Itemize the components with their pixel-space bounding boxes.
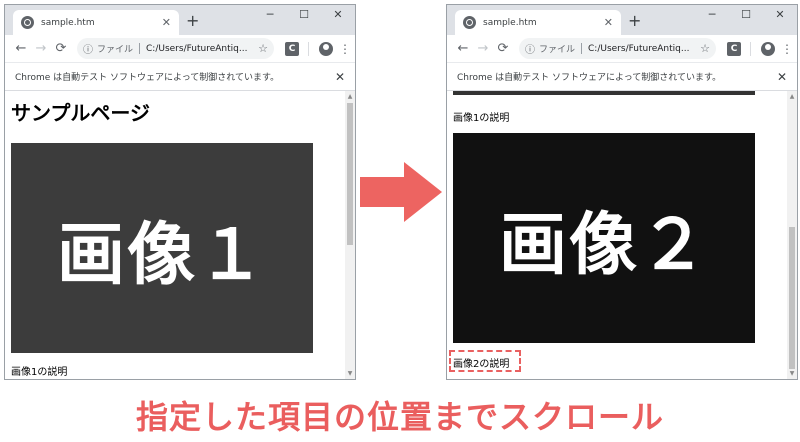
browser-tab[interactable]: sample.htm ✕	[455, 10, 621, 35]
new-tab-button[interactable]: +	[186, 11, 199, 30]
back-button[interactable]: ←	[11, 41, 31, 56]
url-text: C:/Users/FutureAntiq...	[146, 43, 248, 54]
scroll-up-arrow-icon[interactable]: ▲	[345, 93, 355, 100]
scrollbar-thumb[interactable]	[347, 103, 353, 245]
tab-title: sample.htm	[483, 17, 537, 28]
window-controls: ─ ☐ ✕	[695, 5, 797, 27]
image-1-label: 画像１	[56, 215, 267, 295]
close-window-button[interactable]: ✕	[321, 5, 355, 27]
infobar-message: Chrome は自動テスト ソフトウェアによって制御されています。	[15, 73, 280, 83]
close-window-button[interactable]: ✕	[763, 5, 797, 27]
browser-window-after: sample.htm ✕ + ─ ☐ ✕ ← → ⟳ ⓘ ファイル C:/Use…	[446, 4, 798, 380]
extension-icon[interactable]: C	[285, 41, 299, 56]
profile-avatar-icon[interactable]	[761, 41, 775, 56]
image-1-caption: 画像1の説明	[11, 367, 68, 378]
window-controls: ─ ☐ ✕	[253, 5, 355, 27]
previous-image-edge	[453, 91, 755, 95]
tab-title: sample.htm	[41, 17, 95, 28]
browser-tab[interactable]: sample.htm ✕	[13, 10, 179, 35]
toolbar-divider	[750, 41, 751, 56]
automation-infobar: Chrome は自動テスト ソフトウェアによって制御されています。 ✕	[5, 63, 355, 91]
tab-strip: sample.htm ✕ + ─ ☐ ✕	[5, 5, 355, 35]
omnibox-divider	[139, 43, 141, 54]
bookmark-star-icon[interactable]: ☆	[254, 42, 268, 55]
automation-infobar: Chrome は自動テスト ソフトウェアによって制御されています。 ✕	[447, 63, 797, 91]
page-title: サンプルページ	[11, 101, 150, 125]
reload-button[interactable]: ⟳	[493, 41, 513, 56]
page-viewport[interactable]: 画像1の説明 画像２ 画像2の説明 ▲ ▼	[447, 91, 797, 379]
sample-image-2: 画像２	[453, 133, 755, 343]
image-2-label: 画像２	[498, 205, 709, 285]
kebab-menu-icon[interactable]: ⋮	[781, 42, 793, 56]
toolbar-divider	[308, 41, 309, 56]
globe-icon	[21, 16, 34, 29]
tab-close-icon[interactable]: ✕	[604, 16, 613, 29]
toolbar: ← → ⟳ ⓘ ファイル C:/Users/FutureAntiq... ☆ C…	[5, 35, 355, 63]
forward-button[interactable]: →	[31, 41, 51, 56]
reload-button[interactable]: ⟳	[51, 41, 71, 56]
browser-window-before: sample.htm ✕ + ─ ☐ ✕ ← → ⟳ ⓘ ファイル C:/Use…	[4, 4, 356, 380]
kebab-menu-icon[interactable]: ⋮	[339, 42, 351, 56]
minimize-button[interactable]: ─	[253, 5, 287, 27]
scroll-up-arrow-icon[interactable]: ▲	[787, 93, 797, 100]
image-1-caption: 画像1の説明	[453, 113, 510, 124]
extension-icon[interactable]: C	[727, 41, 741, 56]
page-viewport[interactable]: サンプルページ 画像１ 画像1の説明 ▲ ▼	[5, 91, 355, 379]
arrow-shaft	[360, 177, 408, 207]
scrollbar-thumb[interactable]	[789, 227, 795, 369]
scheme-label: ファイル	[97, 45, 134, 55]
forward-button[interactable]: →	[473, 41, 493, 56]
url-text: C:/Users/FutureAntiq...	[588, 43, 690, 54]
toolbar: ← → ⟳ ⓘ ファイル C:/Users/FutureAntiq... ☆ C…	[447, 35, 797, 63]
bookmark-star-icon[interactable]: ☆	[696, 42, 710, 55]
tab-close-icon[interactable]: ✕	[162, 16, 171, 29]
transition-arrow-icon	[360, 162, 444, 222]
maximize-button[interactable]: ☐	[287, 5, 321, 27]
globe-icon	[463, 16, 476, 29]
address-bar[interactable]: ⓘ ファイル C:/Users/FutureAntiq... ☆	[77, 38, 274, 59]
info-icon[interactable]: ⓘ	[83, 41, 93, 56]
infobar-message: Chrome は自動テスト ソフトウェアによって制御されています。	[457, 73, 722, 83]
minimize-button[interactable]: ─	[695, 5, 729, 27]
stage: sample.htm ✕ + ─ ☐ ✕ ← → ⟳ ⓘ ファイル C:/Use…	[0, 0, 800, 442]
vertical-scrollbar[interactable]: ▲ ▼	[345, 91, 355, 379]
back-button[interactable]: ←	[453, 41, 473, 56]
omnibox-divider	[581, 43, 583, 54]
arrow-head	[404, 162, 442, 222]
vertical-scrollbar[interactable]: ▲ ▼	[787, 91, 797, 379]
tab-strip: sample.htm ✕ + ─ ☐ ✕	[447, 5, 797, 35]
infobar-close-icon[interactable]: ✕	[777, 70, 787, 84]
new-tab-button[interactable]: +	[628, 11, 641, 30]
profile-avatar-icon[interactable]	[319, 41, 333, 56]
info-icon[interactable]: ⓘ	[525, 41, 535, 56]
scroll-down-arrow-icon[interactable]: ▼	[787, 370, 797, 377]
sample-image-1: 画像１	[11, 143, 313, 353]
scroll-down-arrow-icon[interactable]: ▼	[345, 370, 355, 377]
maximize-button[interactable]: ☐	[729, 5, 763, 27]
address-bar[interactable]: ⓘ ファイル C:/Users/FutureAntiq... ☆	[519, 38, 716, 59]
scheme-label: ファイル	[539, 45, 576, 55]
infobar-close-icon[interactable]: ✕	[335, 70, 345, 84]
bottom-caption: 指定した項目の位置までスクロール	[135, 398, 664, 436]
image-2-caption: 画像2の説明	[453, 359, 510, 370]
